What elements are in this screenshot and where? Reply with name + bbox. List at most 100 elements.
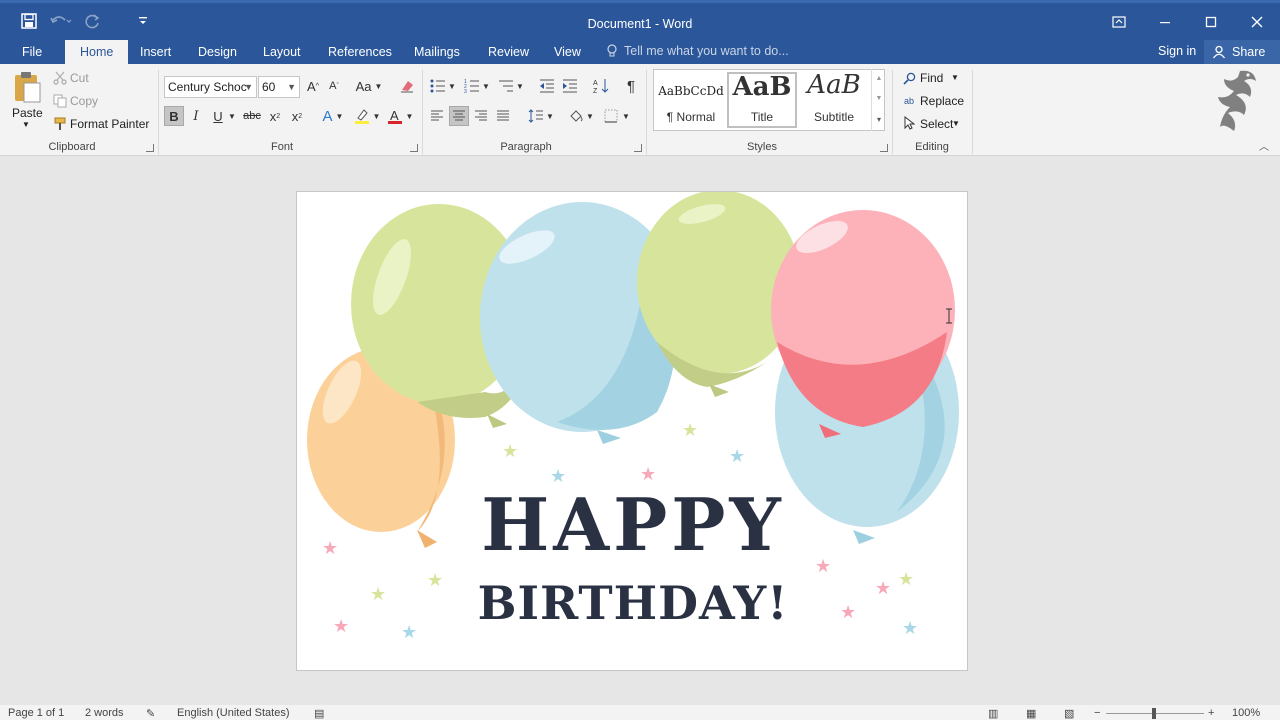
ribbon: Paste ▼ Cut Copy Format Painter Clipboar… [0,64,1280,156]
font-color-button[interactable]: A ▼ [385,106,415,126]
tab-insert[interactable]: Insert [140,44,171,64]
change-case-button[interactable]: Aa ▼ [354,77,384,95]
styles-scroll-up-icon[interactable]: ▲ [874,73,884,83]
bold-button[interactable]: B [164,106,184,126]
borders-icon [604,109,618,123]
tab-design[interactable]: Design [198,44,237,64]
document-page[interactable]: ★ ★ ★ ★ ★ ★ ★ ★ ★ ★ ★ ★ ★ ★ ★ HAPPY BIRT… [296,191,968,671]
style-title[interactable]: AaB Title [727,72,797,128]
collapse-ribbon-icon[interactable]: ︿ [1258,140,1270,153]
paste-dropdown-icon[interactable]: ▼ [22,120,30,129]
ribbon-tabs: File Home Insert Design Layout Reference… [0,40,1280,64]
font-size-combo[interactable]: 60 ▼ [258,76,300,98]
paint-bucket-icon [570,110,583,122]
macro-recording-icon[interactable]: ▤ [314,707,324,720]
editing-group-label: Editing [915,141,949,153]
share-button[interactable]: Share [1204,40,1280,64]
decrease-indent-icon[interactable] [538,77,556,95]
tell-me-box[interactable]: Tell me what you want to do... [606,44,789,58]
find-dropdown-icon[interactable]: ▼ [951,73,959,82]
maximize-icon[interactable] [1188,4,1234,40]
document-area: ★ ★ ★ ★ ★ ★ ★ ★ ★ ★ ★ ★ ★ ★ ★ HAPPY BIRT… [0,157,1280,705]
dragon-logo-icon [1208,64,1268,136]
subscript-button[interactable]: x2 [266,106,284,126]
line-spacing-button[interactable]: ▼ [526,107,556,125]
paragraph-launcher-icon[interactable] [634,144,642,152]
align-right-icon[interactable] [472,107,490,125]
paste-button[interactable]: Paste [12,106,43,120]
zoom-out-icon[interactable]: − [1094,707,1100,719]
underline-button[interactable]: U [210,106,226,126]
copy-button[interactable]: Copy [70,94,98,108]
font-launcher-icon[interactable] [410,144,418,152]
tab-mailings[interactable]: Mailings [414,44,460,64]
tab-home[interactable]: Home [65,40,129,64]
style-normal[interactable]: AaBbCcDd ¶ Normal [656,72,726,128]
italic-button[interactable]: I [188,106,204,126]
numbering-button[interactable]: 1 2 3 ▼ [462,77,492,95]
superscript-button[interactable]: x2 [288,106,306,126]
close-icon[interactable] [1234,4,1280,40]
ribbon-display-options-icon[interactable] [1096,4,1142,40]
styles-scroll-column: ▲ ▼ ▾ [871,69,885,131]
style-title-name: Title [750,110,774,124]
find-button[interactable]: Find [920,71,943,85]
sort-icon[interactable]: AZ [592,77,610,95]
show-formatting-marks-icon[interactable]: ¶ [622,77,640,95]
styles-gallery: AaBbCcDd ¶ Normal AaB Title AaB Subtitle [653,69,885,131]
clear-formatting-icon[interactable] [398,77,416,95]
select-arrow-icon [902,116,916,130]
word-count[interactable]: 2 words [85,707,124,719]
print-layout-icon[interactable]: ▦ [1026,707,1036,720]
text-effects-button[interactable]: A ▼ [318,106,348,126]
replace-icon: ab [903,96,914,106]
proofing-icon[interactable]: ✎ [146,707,155,720]
styles-launcher-icon[interactable] [880,144,888,152]
web-layout-icon[interactable]: ▧ [1064,707,1074,720]
highlight-color-button[interactable]: ▼ [352,106,382,126]
group-separator [892,70,893,154]
tab-view[interactable]: View [554,44,581,64]
tab-layout[interactable]: Layout [263,44,301,64]
shrink-font-icon[interactable]: Aˇ [326,77,342,95]
sign-in-link[interactable]: Sign in [1158,44,1196,58]
person-icon [1212,45,1226,59]
select-button[interactable]: Select [920,117,953,131]
multilevel-list-button[interactable]: ▼ [496,77,526,95]
tab-file[interactable]: File [22,44,42,64]
format-painter-icon [52,116,68,132]
increase-indent-icon[interactable] [561,77,579,95]
find-icon [902,71,916,85]
shading-button[interactable]: ▼ [566,107,596,125]
read-mode-icon[interactable]: ▥ [988,707,998,720]
replace-button[interactable]: Replace [920,94,964,108]
clipboard-launcher-icon[interactable] [146,144,154,152]
select-dropdown-icon[interactable]: ▼ [952,119,960,128]
justify-icon[interactable] [494,107,512,125]
group-separator [646,70,647,154]
group-separator [972,70,973,154]
align-center-icon[interactable] [449,106,469,126]
font-name-combo[interactable]: Century Schoc ▼ [164,76,257,98]
minimize-icon[interactable] [1142,4,1188,40]
grow-font-icon[interactable]: A ^ [305,77,321,95]
tab-references[interactable]: References [328,44,392,64]
style-subtitle[interactable]: AaB Subtitle [799,70,869,128]
zoom-slider-thumb[interactable] [1152,708,1156,719]
cut-button[interactable]: Cut [70,71,89,85]
styles-more-icon[interactable]: ▾ [874,113,884,125]
language-indicator[interactable]: English (United States) [177,707,290,719]
align-left-icon[interactable] [428,107,446,125]
zoom-level[interactable]: 100% [1232,707,1260,719]
page-count[interactable]: Page 1 of 1 [8,707,64,719]
bullets-button[interactable]: ▼ [428,77,458,95]
paste-icon[interactable] [10,70,44,104]
zoom-in-icon[interactable]: + [1208,707,1214,719]
styles-scroll-down-icon[interactable]: ▼ [874,93,884,103]
borders-button[interactable]: ▼ [602,107,632,125]
strikethrough-button[interactable]: abc [242,106,262,126]
format-painter-button[interactable]: Format Painter [70,117,149,131]
tab-review[interactable]: Review [488,44,529,64]
tell-me-placeholder: Tell me what you want to do... [624,44,789,58]
underline-dropdown-icon[interactable]: ▼ [228,108,236,124]
